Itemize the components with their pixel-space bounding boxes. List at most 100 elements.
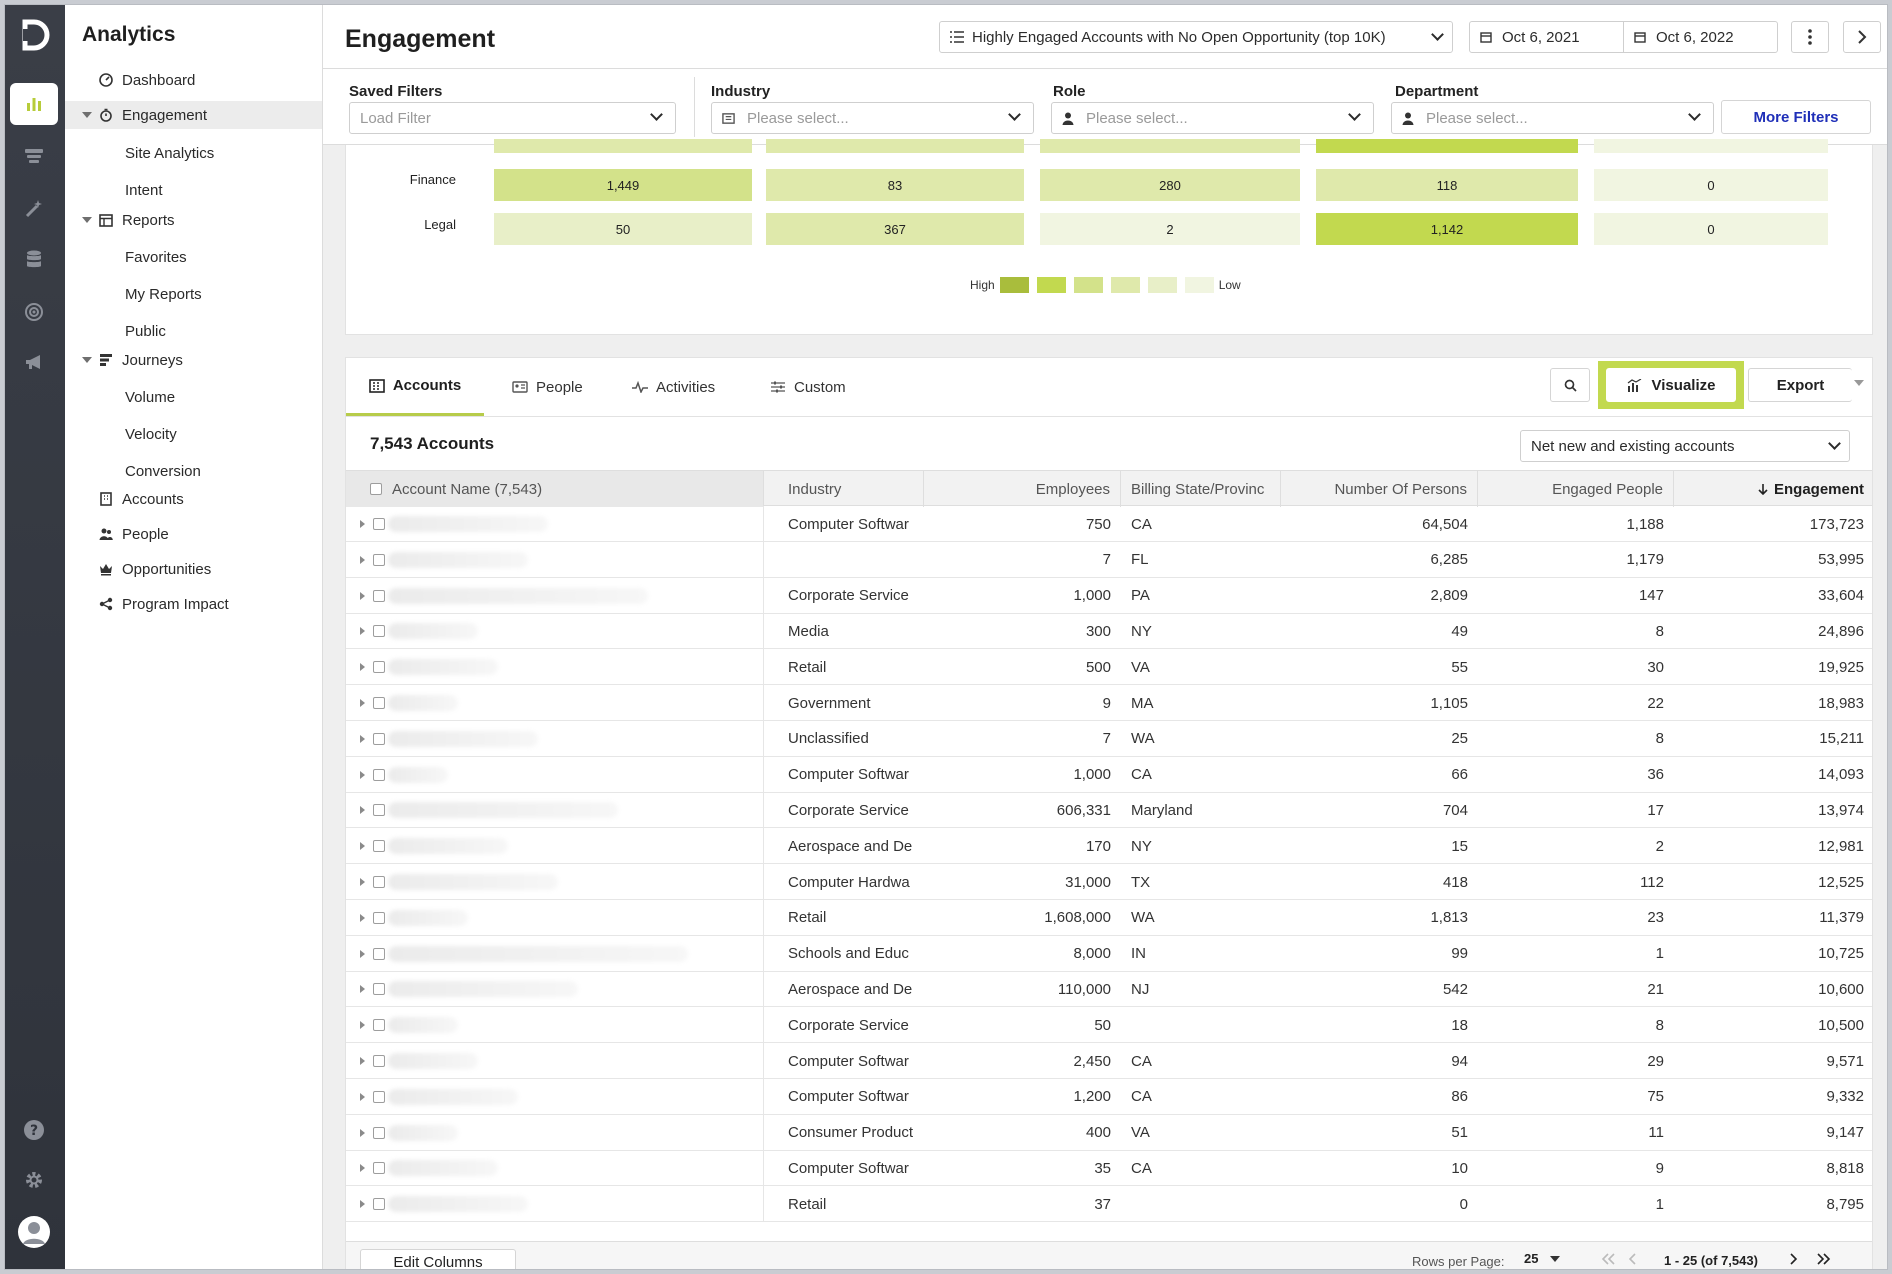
table-row[interactable]: Computer Softwar 750 CA 64,504 1,188 173,723 (346, 506, 1872, 542)
prev-page-button[interactable] (1628, 1252, 1638, 1269)
department-select[interactable]: Please select... (1391, 102, 1714, 134)
table-row[interactable]: 7 FL 6,285 1,179 53,995 (346, 541, 1872, 578)
account-name-cell[interactable] (346, 1114, 764, 1151)
expand-row-icon[interactable] (360, 806, 365, 815)
account-name-cell[interactable] (346, 828, 764, 865)
funnel-nav-icon[interactable] (10, 135, 58, 177)
tab-activities[interactable]: Activities (632, 358, 715, 416)
expand-row-icon[interactable] (360, 555, 365, 564)
account-name-cell[interactable] (346, 899, 764, 936)
settings-gear-icon[interactable] (10, 1159, 58, 1201)
app-logo[interactable] (10, 11, 58, 59)
nav-engagement[interactable]: Engagement (65, 101, 322, 129)
account-name-cell[interactable] (346, 506, 764, 542)
expand-row-icon[interactable] (360, 1021, 365, 1030)
expand-row-icon[interactable] (360, 1200, 365, 1209)
account-name-cell[interactable] (346, 935, 764, 972)
row-checkbox[interactable] (373, 1162, 385, 1175)
nav-dashboard[interactable]: Dashboard (98, 66, 195, 94)
table-row[interactable]: Consumer Product 400 VA 51 11 9,147 (346, 1114, 1872, 1151)
tab-people[interactable]: People (512, 358, 583, 416)
table-row[interactable]: Schools and Educ 8,000 IN 99 1 10,725 (346, 935, 1872, 972)
account-name-cell[interactable] (346, 1150, 764, 1187)
magic-wand-nav-icon[interactable] (10, 187, 58, 229)
table-row[interactable]: Corporate Service 1,000 PA 2,809 147 33,604 (346, 577, 1872, 614)
row-checkbox[interactable] (373, 589, 385, 602)
col-billing-state[interactable]: Billing State/Provinc (1121, 471, 1281, 507)
row-checkbox[interactable] (373, 983, 385, 996)
table-row[interactable]: Computer Softwar 1,200 CA 86 75 9,332 (346, 1078, 1872, 1115)
row-checkbox[interactable] (373, 732, 385, 745)
nav-public[interactable]: Public (125, 317, 166, 345)
heatmap-cell[interactable]: 83 (766, 169, 1024, 201)
expand-row-icon[interactable] (360, 699, 365, 707)
heatmap-cell[interactable]: 118 (1316, 169, 1578, 201)
table-row[interactable]: Computer Hardwa 31,000 TX 418 112 12,525 (346, 864, 1872, 900)
megaphone-nav-icon[interactable] (10, 341, 58, 383)
first-page-button[interactable] (1600, 1252, 1616, 1269)
table-row[interactable]: Retail 500 VA 55 30 19,925 (346, 649, 1872, 686)
table-row[interactable]: Computer Softwar 1,000 CA 66 36 14,093 (346, 756, 1872, 793)
row-checkbox[interactable] (373, 947, 385, 960)
edit-columns-button[interactable]: Edit Columns (360, 1249, 516, 1269)
heatmap-cell[interactable]: 367 (766, 213, 1024, 245)
row-checkbox[interactable] (373, 625, 385, 638)
user-avatar[interactable] (10, 1211, 58, 1253)
saved-filter-select[interactable]: Load Filter (349, 102, 676, 134)
col-engaged-people[interactable]: Engaged People (1478, 471, 1674, 507)
expand-row-icon[interactable] (360, 949, 365, 958)
nav-conversion[interactable]: Conversion (125, 457, 201, 485)
account-name-cell[interactable] (346, 971, 764, 1008)
row-checkbox[interactable] (373, 1090, 385, 1103)
table-row[interactable]: Aerospace and De 110,000 NJ 542 21 10,600 (346, 971, 1872, 1008)
account-name-cell[interactable] (346, 577, 764, 614)
help-icon[interactable]: ? (10, 1109, 58, 1151)
table-row[interactable]: Corporate Service 606,331 Maryland 704 17 13,… (346, 792, 1872, 829)
account-name-cell[interactable] (346, 649, 764, 686)
row-checkbox[interactable] (373, 1126, 385, 1139)
expand-row-icon[interactable] (360, 663, 365, 672)
analytics-nav-icon[interactable] (10, 83, 58, 125)
account-name-cell[interactable] (346, 685, 764, 721)
nav-opportunities[interactable]: Opportunities (98, 555, 211, 583)
expand-caret-icon[interactable] (82, 217, 92, 223)
account-name-cell[interactable] (346, 756, 764, 793)
col-industry[interactable]: Industry (764, 471, 924, 507)
database-nav-icon[interactable] (10, 239, 58, 281)
row-checkbox[interactable] (373, 697, 385, 709)
panel-toggle-button[interactable] (1843, 21, 1881, 53)
row-checkbox[interactable] (373, 804, 385, 817)
date-from-picker[interactable]: Oct 6, 2021 (1469, 21, 1624, 53)
select-all-checkbox[interactable] (370, 483, 382, 495)
export-dropdown-caret[interactable] (1854, 380, 1864, 386)
last-page-button[interactable] (1816, 1252, 1832, 1269)
segment-select[interactable]: Highly Engaged Accounts with No Open Opp… (939, 21, 1453, 53)
table-row[interactable]: Retail 37 0 1 8,795 (346, 1186, 1872, 1223)
heatmap-cell[interactable]: 0 (1594, 213, 1828, 245)
heatmap-cell[interactable]: 0 (1594, 169, 1828, 201)
row-checkbox[interactable] (373, 661, 385, 674)
table-row[interactable]: Unclassified 7 WA 25 8 15,211 (346, 720, 1872, 757)
expand-row-icon[interactable] (360, 591, 365, 600)
col-account-name[interactable]: Account Name (7,543) (346, 471, 764, 507)
account-name-cell[interactable] (346, 720, 764, 757)
nav-site-analytics[interactable]: Site Analytics (125, 139, 214, 167)
row-checkbox[interactable] (373, 876, 385, 888)
expand-row-icon[interactable] (360, 770, 365, 779)
heatmap-cell[interactable]: 1,142 (1316, 213, 1578, 245)
table-row[interactable]: Computer Softwar 2,450 CA 94 29 9,571 (346, 1043, 1872, 1079)
tab-accounts[interactable]: Accounts (346, 358, 484, 416)
account-name-cell[interactable] (346, 613, 764, 650)
export-button[interactable]: Export (1748, 368, 1852, 402)
nav-volume[interactable]: Volume (125, 383, 175, 411)
account-name-cell[interactable] (346, 1007, 764, 1044)
nav-my-reports[interactable]: My Reports (125, 280, 202, 308)
rows-per-page-select[interactable]: 25 (1524, 1251, 1561, 1266)
account-name-cell[interactable] (346, 1186, 764, 1223)
heatmap-cell[interactable]: 1,449 (494, 169, 752, 201)
account-name-cell[interactable] (346, 541, 764, 578)
date-to-picker[interactable]: Oct 6, 2022 (1623, 21, 1778, 53)
row-checkbox[interactable] (373, 553, 385, 566)
nav-velocity[interactable]: Velocity (125, 420, 177, 448)
account-name-cell[interactable] (346, 864, 764, 900)
